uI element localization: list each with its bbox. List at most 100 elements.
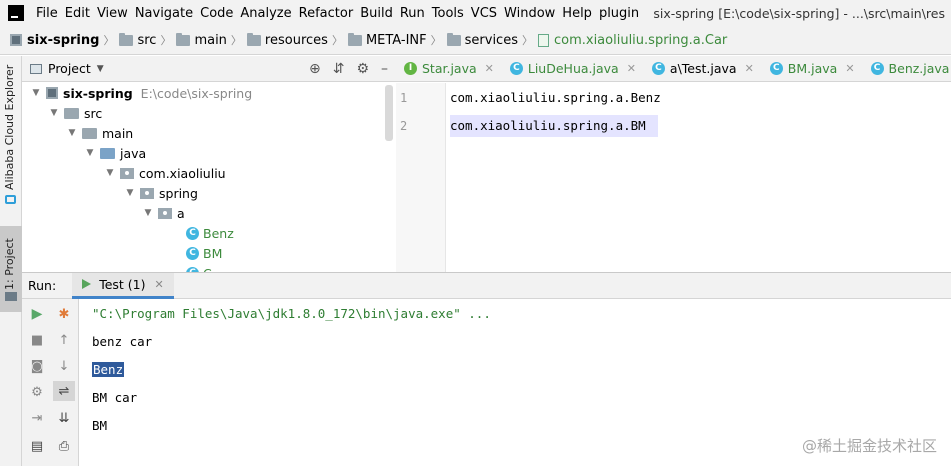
module-icon [10,34,22,46]
tree-node-label: java [120,145,147,161]
project-panel-title[interactable]: Project [48,61,91,76]
chevron-right-icon: 〉 [103,34,115,47]
watermark: @稀土掘金技术社区 [801,437,937,455]
menu-analyze[interactable]: Analyze [240,6,297,21]
project-tab-label: 1: Project [3,238,16,290]
tree-node-label: six-spring [63,85,133,101]
gear-icon[interactable]: ⚙ [356,61,369,77]
scroll-to-end-icon[interactable]: ⇊ [53,408,75,428]
close-icon[interactable]: ✕ [154,278,163,291]
package-icon [120,167,134,179]
arrow-down-icon[interactable]: ↓ [53,356,75,376]
tab-bm[interactable]: C BM.java ✕ [762,56,863,81]
tab-label: LiuDeHua.java [527,61,619,76]
menu-help[interactable]: Help [562,6,598,21]
tree-node-label: spring [159,185,198,201]
chevron-down-icon[interactable]: ▼ [66,128,78,138]
menu-view[interactable]: View [97,6,134,21]
menu-edit[interactable]: Edit [65,6,96,21]
camera-icon[interactable]: ◙ [26,356,48,376]
close-icon[interactable]: ✕ [745,62,754,75]
class-icon: C [186,246,199,260]
tree-scrollbar-thumb[interactable] [385,85,393,141]
project-path: E:\code\six-spring [140,85,253,101]
project-view-icon [30,63,42,74]
stop-icon[interactable]: ■ [26,330,48,350]
tab-label: Star.java [422,61,477,76]
source-folder-icon [100,147,115,159]
tree-node-src[interactable]: ▼ src [48,103,103,123]
close-icon[interactable]: ✕ [845,62,854,75]
close-icon[interactable]: ✕ [627,62,636,75]
project-panel-tools: ⊕ ⇵ ⚙ – [309,61,388,77]
code-editor[interactable]: com.xiaoliuliu.spring.a.Benz [446,83,951,272]
folder-icon [246,32,261,46]
chevron-right-icon: 〉 [430,34,442,47]
layout-icon[interactable]: ▤ [26,436,48,456]
console-line: BM car [92,390,138,405]
breadcrumb-item-file[interactable]: com.xiaoliuliu.spring.a.Car [537,33,727,48]
breadcrumb-item-services[interactable]: services 〉 [446,32,538,48]
menu-run[interactable]: Run [400,6,431,21]
breadcrumb-item-main[interactable]: main 〉 [176,32,246,48]
tree-node-benz[interactable]: C Benz [186,223,234,243]
collapse-all-icon[interactable]: ⇵ [333,61,345,77]
breadcrumb-item-project[interactable]: six-spring 〉 [10,32,119,48]
breadcrumb-item-resources[interactable]: resources 〉 [246,32,348,48]
chevron-down-icon[interactable]: ▼ [48,108,60,118]
print-icon[interactable]: ⎙ [53,436,75,456]
menu-navigate[interactable]: Navigate [135,6,199,21]
minimize-icon[interactable]: – [381,61,388,77]
tree-node-project[interactable]: ▼ six-spring E:\code\six-spring [30,83,253,103]
dump-threads-icon[interactable]: ⚙ [26,382,48,402]
tab-liudehua[interactable]: C LiuDeHua.java ✕ [502,56,644,81]
chevron-down-icon[interactable]: ▼ [97,64,104,74]
breadcrumb-label: main [194,32,227,48]
run-config-icon [82,279,92,289]
menu-vcs[interactable]: VCS [471,6,503,21]
tab-star[interactable]: I Star.java ✕ [396,56,502,81]
tab-benz[interactable]: CBenz.java✕ [863,56,951,81]
menu-refactor[interactable]: Refactor [299,6,360,21]
menu-window[interactable]: Window [504,6,561,21]
chevron-down-icon[interactable]: ▼ [124,188,136,198]
menu-plugin[interactable]: plugin [599,6,645,21]
menu-code[interactable]: Code [200,6,239,21]
run-tab-test[interactable]: Test (1) ✕ [72,272,174,299]
rerun-icon[interactable]: ▶ [26,304,48,324]
folder-icon [82,127,97,139]
chevron-down-icon[interactable]: ▼ [142,208,154,218]
chevron-down-icon[interactable]: ▼ [30,88,42,98]
exit-icon[interactable]: ⇥ [26,408,48,428]
menu-build[interactable]: Build [360,6,399,21]
chevron-down-icon[interactable]: ▼ [104,168,116,178]
run-label: Run: [28,278,57,293]
tree-node-package-root[interactable]: ▼ com.xiaoliuliu [104,163,226,183]
window-title: six-spring [E:\code\six-spring] - ...\sr… [653,5,945,21]
close-icon[interactable]: ✕ [485,62,494,75]
breadcrumb-item-src[interactable]: src 〉 [119,32,176,48]
debug-icon[interactable]: ✱ [53,304,75,324]
breadcrumb-label: resources [264,32,328,48]
menu-tools[interactable]: Tools [432,6,470,21]
tree-node-car[interactable]: CC [186,263,212,272]
project-tool-tab[interactable]: 1: Project [0,226,22,312]
tree-node-a[interactable]: ▼ a [142,203,185,223]
locate-icon[interactable]: ⊕ [309,61,321,77]
chevron-down-icon[interactable]: ▼ [84,148,96,158]
tree-node-bm[interactable]: C BM [186,243,222,263]
class-icon: C [870,62,884,75]
alibaba-cloud-explorer-tab[interactable]: Alibaba Cloud Explorer [3,65,16,190]
cloud-icon [5,195,16,204]
tab-test[interactable]: Ca\Test.java ✕ [644,56,762,81]
breadcrumb-label: six-spring [27,32,100,48]
class-icon: C [509,62,523,75]
arrow-up-icon[interactable]: ↑ [53,330,75,350]
code-line: com.xiaoliuliu.spring.a.BM [450,118,646,133]
tree-node-java[interactable]: ▼ java [84,143,147,163]
tree-node-main[interactable]: ▼ main [66,123,134,143]
breadcrumb-item-meta-inf[interactable]: META-INF 〉 [347,32,447,48]
menu-file[interactable]: File [36,6,64,21]
tree-node-spring[interactable]: ▼ spring [124,183,198,203]
soft-wrap-icon[interactable]: ⇌ [53,381,75,401]
